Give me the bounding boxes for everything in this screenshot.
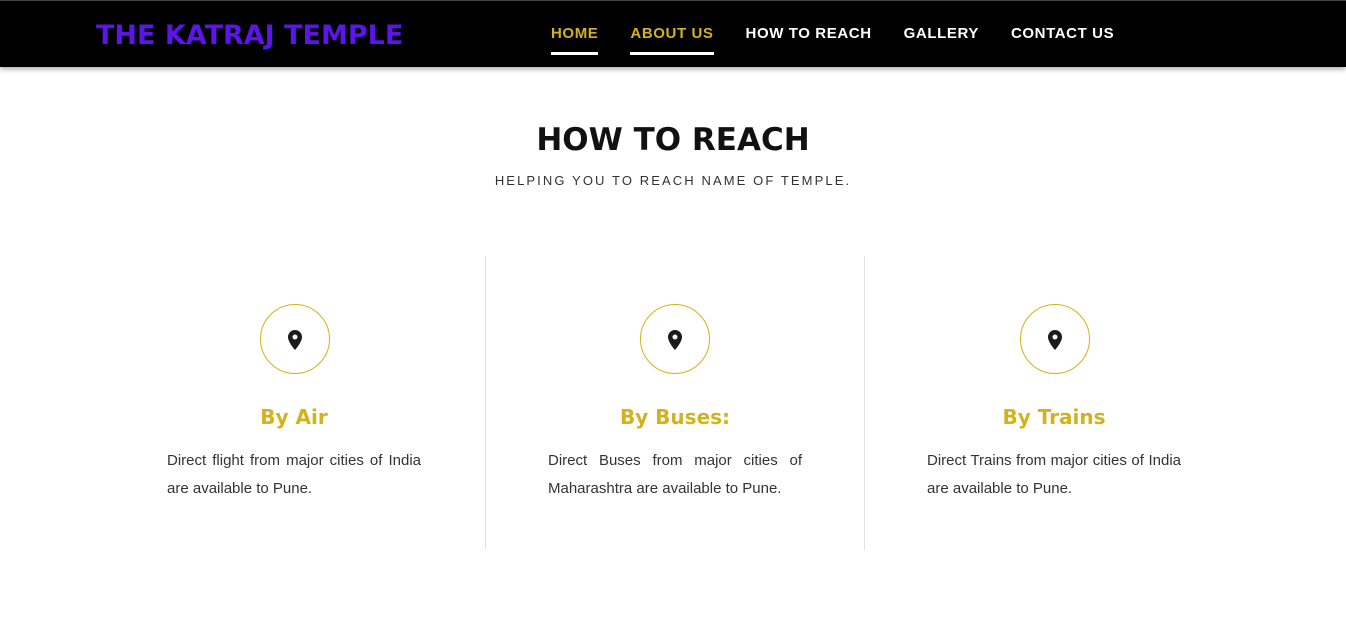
top-navbar: THE KATRAJ TEMPLE HOME ABOUT US HOW TO R… bbox=[0, 0, 1346, 67]
nav-gallery-link[interactable]: GALLERY bbox=[904, 25, 979, 52]
section-subtitle: HELPING YOU TO REACH NAME OF TEMPLE. bbox=[494, 173, 852, 188]
main-nav: HOME ABOUT US HOW TO REACH GALLERY CONTA… bbox=[551, 25, 1146, 55]
card-title: By Trains bbox=[1002, 405, 1106, 429]
card-text: Direct Trains from major cities of India… bbox=[927, 452, 1181, 497]
card-text: Direct Buses from major cities of Mahara… bbox=[548, 452, 802, 497]
map-marker-icon bbox=[288, 330, 302, 350]
nav-home-link[interactable]: HOME bbox=[551, 25, 599, 55]
card-title: By Buses: bbox=[619, 405, 731, 429]
icon-circle bbox=[1020, 304, 1090, 374]
icon-circle bbox=[260, 304, 330, 374]
section-title: HOW TO REACH bbox=[536, 122, 810, 158]
card-text: Direct flight from major cities of India… bbox=[167, 452, 421, 497]
map-marker-icon bbox=[1048, 330, 1062, 350]
nav-contact-us-link[interactable]: CONTACT US bbox=[1011, 25, 1114, 52]
nav-how-to-reach-link[interactable]: HOW TO REACH bbox=[746, 25, 872, 52]
card-title: By Air bbox=[260, 405, 328, 429]
column-divider bbox=[864, 256, 865, 550]
column-divider bbox=[485, 256, 486, 550]
icon-circle bbox=[640, 304, 710, 374]
map-marker-icon bbox=[668, 330, 682, 350]
brand-logo-link[interactable]: THE KATRAJ TEMPLE bbox=[96, 18, 403, 54]
nav-about-us-link[interactable]: ABOUT US bbox=[630, 25, 714, 55]
